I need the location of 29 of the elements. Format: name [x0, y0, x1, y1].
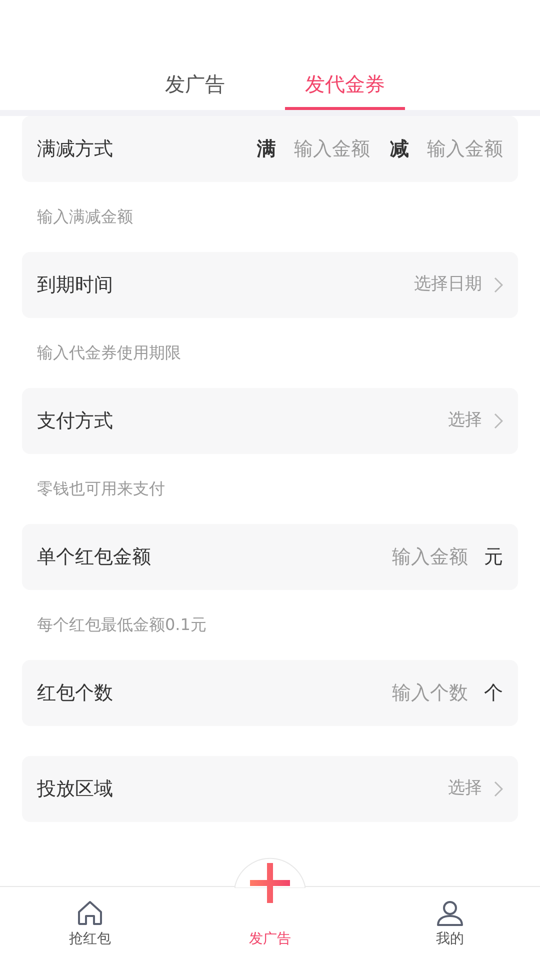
hint-text: 输入满减金额 [37, 206, 133, 228]
form-row[interactable]: 红包个数 输入个数 个 [22, 660, 518, 726]
chevron-right-icon [494, 413, 503, 429]
unit-label: 个 [484, 680, 503, 706]
field-label: 满 [257, 136, 276, 162]
nav-item[interactable]: 我的 [360, 887, 540, 960]
hint-text: 输入代金券使用期限 [37, 342, 181, 364]
field-label: 到期时间 [37, 272, 113, 298]
form-row[interactable]: 单个红包金额 输入金额 元 [22, 524, 518, 590]
field-label: 满减方式 [37, 136, 113, 162]
form-row[interactable]: 投放区域 选择 [22, 756, 518, 822]
hint-text: 每个红包最低金额0.1元 [37, 614, 206, 636]
field-label: 支付方式 [37, 408, 113, 434]
nav-item[interactable]: 发广告 [180, 857, 360, 960]
form-row[interactable]: 到期时间 选择日期 [22, 252, 518, 318]
chevron-right-icon [494, 781, 503, 797]
unit-label: 元 [484, 544, 503, 570]
hint-text: 零钱也可用来支付 [37, 478, 165, 500]
tab[interactable]: 发广告 [135, 0, 255, 110]
field-label: 减 [390, 136, 409, 162]
home-icon [76, 899, 104, 927]
field-label: 单个红包金额 [37, 544, 151, 570]
field-label: 投放区域 [37, 776, 113, 802]
user-icon [436, 899, 464, 927]
form-row[interactable]: 支付方式 选择 [22, 388, 518, 454]
chevron-right-icon [494, 277, 503, 293]
nav-item[interactable]: 抢红包 [0, 887, 180, 960]
field-label: 红包个数 [37, 680, 113, 706]
plus-icon [250, 863, 290, 903]
